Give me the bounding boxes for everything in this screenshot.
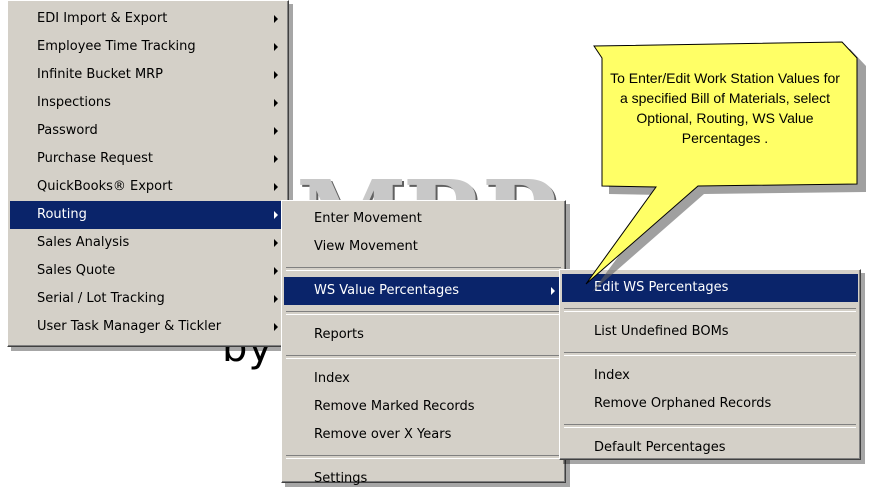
menu-separator bbox=[564, 352, 856, 356]
menu-item-remove-marked-records[interactable]: Remove Marked Records bbox=[284, 393, 563, 421]
menu-item-label: Index bbox=[594, 368, 630, 383]
menu-item-inspections[interactable]: Inspections bbox=[10, 89, 286, 117]
submenu-arrow-icon bbox=[274, 295, 278, 303]
menu-item-label: List Undefined BOMs bbox=[594, 324, 729, 339]
submenu-arrow-icon bbox=[274, 267, 278, 275]
menu-item-label: User Task Manager & Tickler bbox=[37, 319, 222, 334]
menu-item-remove-orphaned-records[interactable]: Remove Orphaned Records bbox=[562, 390, 858, 418]
submenu-arrow-icon bbox=[274, 239, 278, 247]
menu-item-quickbooks-export[interactable]: QuickBooks® Export bbox=[10, 173, 286, 201]
menu-item-label: Remove over X Years bbox=[314, 427, 452, 442]
menu-item-index[interactable]: Index bbox=[562, 362, 858, 390]
menu-item-label: EDI Import & Export bbox=[37, 11, 168, 26]
menu-separator bbox=[286, 455, 561, 459]
menu-item-infinite-bucket-mrp[interactable]: Infinite Bucket MRP bbox=[10, 61, 286, 89]
submenu-arrow-icon bbox=[274, 127, 278, 135]
submenu-arrow-icon bbox=[274, 15, 278, 23]
submenu-arrow-icon bbox=[274, 43, 278, 51]
menu-item-index[interactable]: Index bbox=[284, 365, 563, 393]
menu-item-label: Enter Movement bbox=[314, 211, 422, 226]
menu-item-label: Remove Orphaned Records bbox=[594, 396, 772, 411]
submenu-arrow-icon bbox=[274, 99, 278, 107]
menu-item-label: Edit WS Percentages bbox=[594, 280, 729, 295]
menu-item-reports[interactable]: Reports bbox=[284, 321, 563, 349]
callout-text: To Enter/Edit Work Station Values for a … bbox=[610, 70, 840, 146]
routing-submenu: Enter Movement View Movement WS Value Pe… bbox=[281, 200, 566, 486]
menu-item-purchase-request[interactable]: Purchase Request bbox=[10, 145, 286, 173]
menu-item-label: Infinite Bucket MRP bbox=[37, 67, 164, 82]
menu-item-sales-analysis[interactable]: Sales Analysis bbox=[10, 229, 286, 257]
menu-separator bbox=[286, 311, 561, 315]
menu-separator bbox=[286, 355, 561, 359]
ws-value-percentages-submenu: Edit WS Percentages List Undefined BOMs … bbox=[559, 269, 861, 460]
menu-item-label: Routing bbox=[37, 207, 87, 222]
menu-item-user-task-manager[interactable]: User Task Manager & Tickler bbox=[10, 313, 286, 341]
menu-item-sales-quote[interactable]: Sales Quote bbox=[10, 257, 286, 285]
menu-item-label: Password bbox=[37, 123, 98, 138]
optional-menu: EDI Import & Export Employee Time Tracki… bbox=[7, 0, 289, 347]
menu-item-serial-lot-tracking[interactable]: Serial / Lot Tracking bbox=[10, 285, 286, 313]
menu-item-label: WS Value Percentages bbox=[314, 283, 459, 298]
menu-item-label: View Movement bbox=[314, 239, 418, 254]
submenu-arrow-icon bbox=[274, 211, 278, 219]
menu-item-label: Sales Analysis bbox=[37, 235, 130, 250]
submenu-arrow-icon bbox=[274, 183, 278, 191]
menu-item-default-percentages[interactable]: Default Percentages bbox=[562, 434, 858, 462]
menu-separator bbox=[286, 267, 561, 271]
submenu-arrow-icon bbox=[274, 155, 278, 163]
menu-item-label: Default Percentages bbox=[594, 440, 726, 455]
menu-item-label: Serial / Lot Tracking bbox=[37, 291, 165, 306]
menu-separator bbox=[564, 308, 856, 312]
menu-item-label: Employee Time Tracking bbox=[37, 39, 196, 54]
menu-item-edi-import-export[interactable]: EDI Import & Export bbox=[10, 5, 286, 33]
menu-item-list-undefined-boms[interactable]: List Undefined BOMs bbox=[562, 318, 858, 346]
menu-item-label: QuickBooks® Export bbox=[37, 179, 173, 194]
submenu-arrow-icon bbox=[274, 71, 278, 79]
submenu-arrow-icon bbox=[551, 287, 555, 295]
menu-item-employee-time-tracking[interactable]: Employee Time Tracking bbox=[10, 33, 286, 61]
menu-item-routing[interactable]: Routing bbox=[10, 201, 286, 229]
menu-item-label: Inspections bbox=[37, 95, 111, 110]
submenu-arrow-icon bbox=[274, 323, 278, 331]
menu-item-ws-value-percentages[interactable]: WS Value Percentages bbox=[284, 277, 563, 305]
menu-item-label: Reports bbox=[314, 327, 364, 342]
menu-item-password[interactable]: Password bbox=[10, 117, 286, 145]
menu-item-label: Index bbox=[314, 371, 350, 386]
menu-item-label: Settings bbox=[314, 471, 368, 486]
menu-item-label: Sales Quote bbox=[37, 263, 116, 278]
menu-item-label: Remove Marked Records bbox=[314, 399, 475, 414]
menu-item-settings[interactable]: Settings bbox=[284, 465, 563, 493]
menu-separator bbox=[564, 424, 856, 428]
menu-item-edit-ws-percentages[interactable]: Edit WS Percentages bbox=[562, 274, 858, 302]
menu-item-enter-movement[interactable]: Enter Movement bbox=[284, 205, 563, 233]
menu-item-label: Purchase Request bbox=[37, 151, 153, 166]
menu-item-view-movement[interactable]: View Movement bbox=[284, 233, 563, 261]
menu-item-remove-over-x-years[interactable]: Remove over X Years bbox=[284, 421, 563, 449]
